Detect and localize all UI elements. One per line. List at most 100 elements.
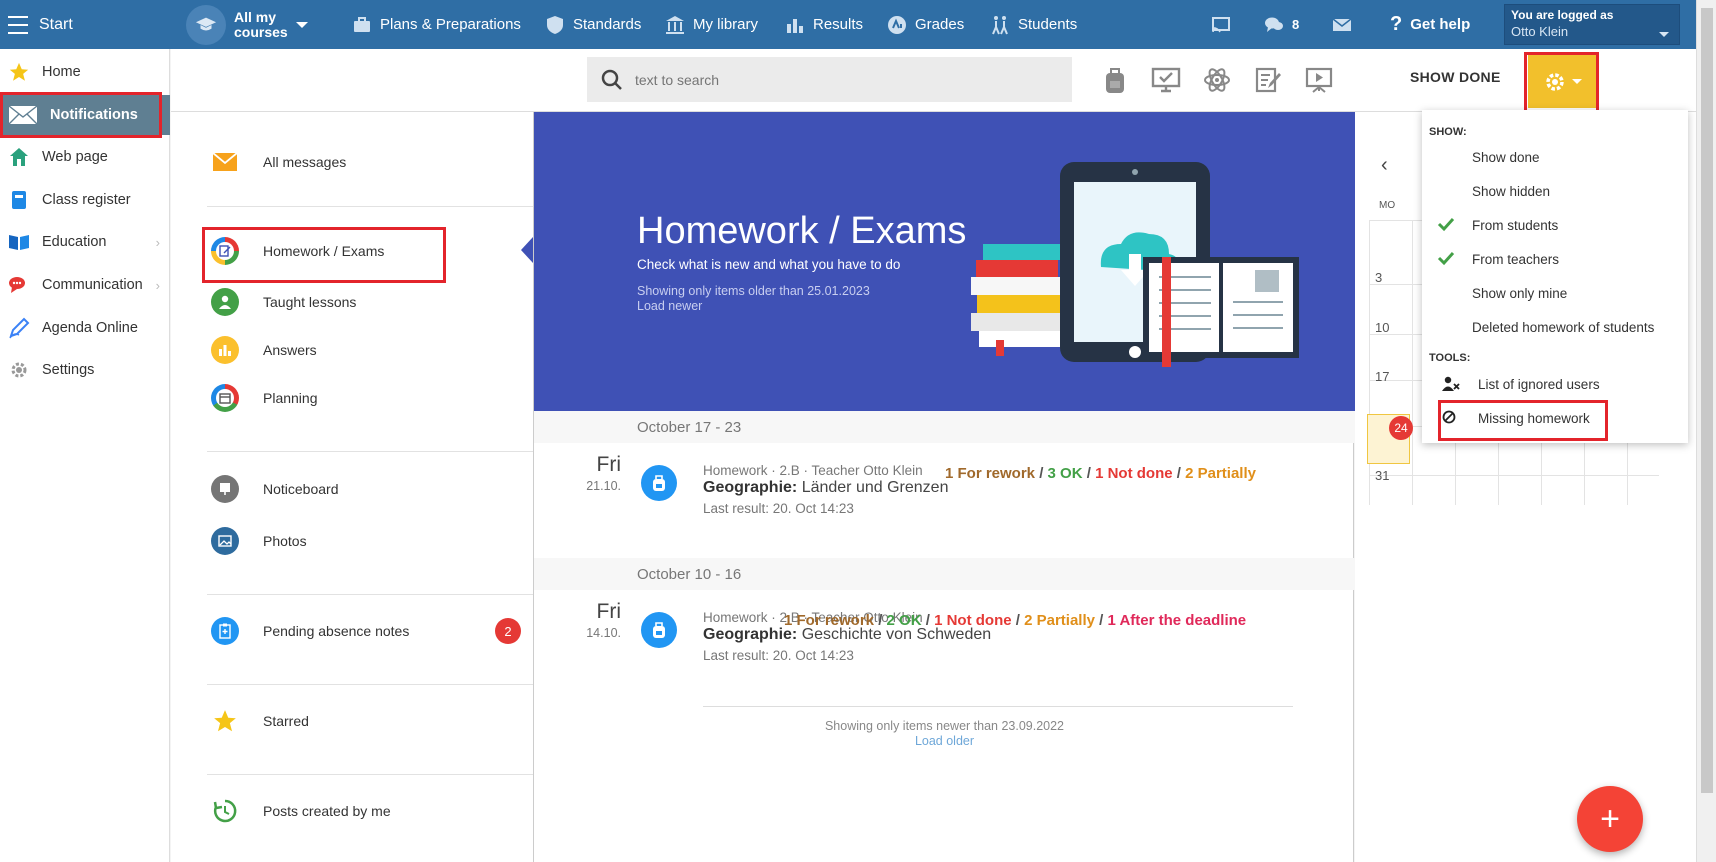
nav-standards[interactable]: Standards xyxy=(545,0,641,49)
menu-item-show-done[interactable]: Show done xyxy=(1422,142,1688,172)
older-filter-note: Showing only items newer than 23.09.2022 xyxy=(824,719,1065,733)
divider xyxy=(207,774,533,775)
start-link[interactable]: Start xyxy=(39,0,73,49)
search-box[interactable] xyxy=(587,57,1072,102)
help-button[interactable]: ? Get help xyxy=(1390,0,1470,49)
show-done-button[interactable]: SHOW DONE xyxy=(1410,69,1501,85)
nav-item-communication[interactable]: Communication › xyxy=(0,265,170,305)
cast-icon xyxy=(1212,16,1230,32)
book-icon xyxy=(8,189,30,211)
filter-lessons-button[interactable] xyxy=(1151,65,1181,95)
envelope-icon xyxy=(211,148,239,176)
nav-item-notifications[interactable]: Notifications xyxy=(0,95,170,135)
week-header: October 17 - 23 xyxy=(534,411,1355,443)
chevron-down-icon xyxy=(1659,32,1669,37)
atom-icon xyxy=(1204,68,1230,92)
screen-share-button[interactable] xyxy=(1211,0,1231,49)
entry-last-result: Last result: 20. Oct 14:23 xyxy=(703,501,854,516)
calendar-day[interactable]: 10 xyxy=(1375,320,1389,335)
folder-planning[interactable]: Planning xyxy=(211,378,318,418)
dropdown-section-tools: TOOLS: xyxy=(1429,352,1471,364)
entry-date: 14.10. xyxy=(586,626,621,640)
chat-button[interactable]: 8 xyxy=(1264,0,1299,49)
menu-item-show-only-mine[interactable]: Show only mine xyxy=(1422,278,1688,308)
folder-noticeboard[interactable]: Noticeboard xyxy=(211,469,339,509)
folder-all-messages[interactable]: All messages xyxy=(211,142,346,182)
filter-presentation-button[interactable] xyxy=(1304,65,1334,95)
divider xyxy=(207,594,533,595)
scrollbar-thumb[interactable] xyxy=(1701,8,1713,793)
search-input[interactable] xyxy=(635,71,1035,88)
gear-icon xyxy=(8,359,30,381)
calendar-icon xyxy=(211,384,239,412)
nav-grades[interactable]: Grades xyxy=(887,0,964,49)
nav-students[interactable]: Students xyxy=(990,0,1077,49)
menu-button[interactable] xyxy=(8,0,28,49)
nav-item-settings[interactable]: Settings xyxy=(0,350,170,390)
house-icon xyxy=(8,146,30,168)
calendar-day[interactable]: 17 xyxy=(1375,369,1389,384)
bar-chart-icon xyxy=(211,336,239,364)
chevron-right-icon: › xyxy=(155,234,160,250)
filter-homework-button[interactable] xyxy=(1100,65,1130,95)
folder-answers[interactable]: Answers xyxy=(211,330,317,370)
folder-photos[interactable]: Photos xyxy=(211,521,307,561)
folder-starred[interactable]: Starred xyxy=(211,701,309,741)
nav-library[interactable]: My library xyxy=(665,0,758,49)
calendar-today-badge: 24 xyxy=(1389,416,1413,440)
calendar-day[interactable]: 3 xyxy=(1375,270,1382,285)
filter-tests-button[interactable] xyxy=(1253,65,1283,95)
entry-day: Fri xyxy=(596,453,622,476)
load-newer-link[interactable]: Load newer xyxy=(637,299,870,314)
menu-item-show-hidden[interactable]: Show hidden xyxy=(1422,176,1688,206)
shield-icon xyxy=(547,15,563,34)
settings-dropdown-button[interactable] xyxy=(1528,55,1598,108)
divider xyxy=(207,451,533,452)
gear-icon xyxy=(1546,72,1564,91)
folder-homework-exams[interactable]: Homework / Exams xyxy=(211,231,384,271)
nav-item-class-register[interactable]: Class register xyxy=(0,180,170,220)
user-menu[interactable]: You are logged as Otto Klein xyxy=(1504,4,1680,45)
chevron-right-icon: › xyxy=(155,277,160,293)
homework-entry[interactable]: Fri 21.10. Homework · 2.B · Teacher Otto… xyxy=(534,443,1355,551)
divider xyxy=(207,684,533,685)
menu-item-deleted-homework[interactable]: Deleted homework of students xyxy=(1422,312,1688,342)
grades-icon xyxy=(888,15,906,34)
filter-science-button[interactable] xyxy=(1202,65,1232,95)
nav-plans[interactable]: Plans & Preparations xyxy=(352,0,521,49)
folder-posts-by-me[interactable]: Posts created by me xyxy=(211,791,391,831)
ban-icon xyxy=(1442,410,1456,424)
homework-icon xyxy=(211,237,239,265)
image-icon xyxy=(211,527,239,555)
folder-pending-absence[interactable]: Pending absence notes xyxy=(211,611,409,651)
briefcase-icon xyxy=(354,16,370,32)
entry-date: 21.10. xyxy=(586,479,621,493)
active-pointer xyxy=(521,237,533,263)
add-button[interactable]: + xyxy=(1577,786,1643,852)
nav-item-agenda-online[interactable]: Agenda Online xyxy=(0,308,170,348)
all-courses-dropdown[interactable]: All my courses xyxy=(186,0,308,49)
nav-item-education[interactable]: Education › xyxy=(0,222,170,262)
menu-item-missing-homework[interactable]: Missing homework xyxy=(1422,403,1688,433)
nav-item-web-page[interactable]: Web page xyxy=(0,137,170,177)
menu-item-from-teachers[interactable]: From teachers xyxy=(1422,244,1688,274)
load-older-link[interactable]: Load older xyxy=(534,734,1355,748)
check-icon xyxy=(1437,251,1455,266)
menu-item-from-students[interactable]: From students xyxy=(1422,210,1688,240)
entry-stats: 1 For rework / 3 OK / 1 Not done / 2 Par… xyxy=(945,465,1256,482)
homework-entry[interactable]: Fri 14.10. Homework · 2.B · Teacher Otto… xyxy=(534,590,1355,698)
page-scrollbar[interactable] xyxy=(1696,0,1716,862)
entry-last-result: Last result: 20. Oct 14:23 xyxy=(703,648,854,663)
menu-item-ignored-users[interactable]: List of ignored users xyxy=(1422,369,1688,399)
presentation-play-icon xyxy=(1305,67,1333,93)
nav-results[interactable]: Results xyxy=(785,0,863,49)
nav-item-home[interactable]: Home xyxy=(0,52,170,92)
backpack-icon xyxy=(641,612,677,648)
folder-taught-lessons[interactable]: Taught lessons xyxy=(211,282,356,322)
tablet-books-illustration xyxy=(971,162,1299,367)
calendar-prev-button[interactable]: ‹ xyxy=(1381,154,1388,177)
pending-count-badge: 2 xyxy=(495,618,521,644)
calendar-day[interactable]: 31 xyxy=(1375,468,1389,483)
envelope-icon xyxy=(1332,17,1352,31)
mail-button[interactable] xyxy=(1332,0,1352,49)
